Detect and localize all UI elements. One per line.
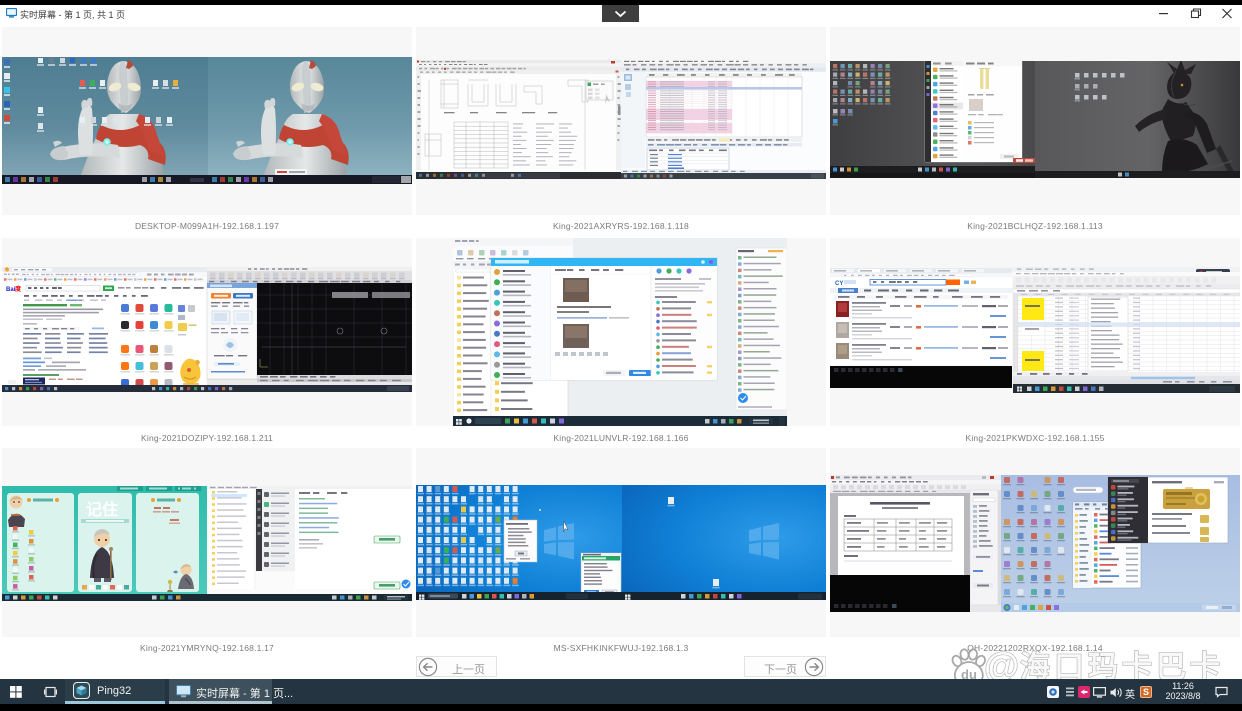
svg-text:CY: CY <box>835 281 843 287</box>
svg-text:记住: 记住 <box>86 500 118 519</box>
svg-text:度: 度 <box>15 285 22 293</box>
